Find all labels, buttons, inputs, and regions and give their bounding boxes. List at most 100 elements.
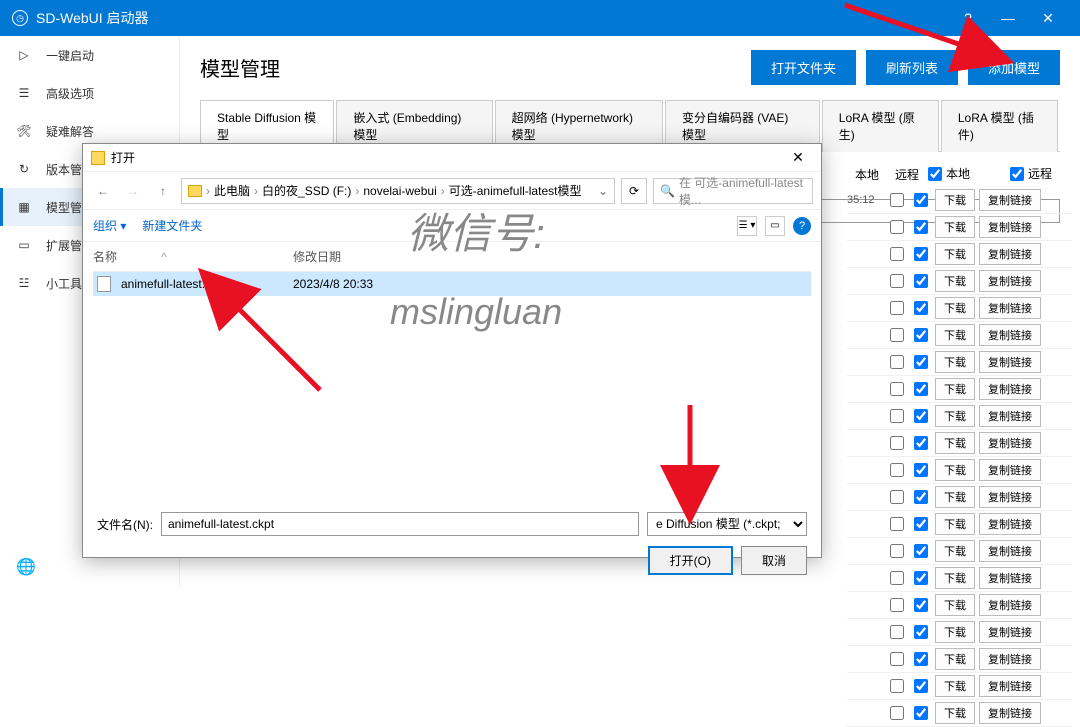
local-check[interactable] — [890, 706, 904, 720]
add-model-button[interactable]: 添加模型 — [968, 50, 1060, 85]
copy-link-button[interactable]: 复制链接 — [979, 594, 1041, 616]
column-name[interactable]: 名称 ^ — [93, 248, 293, 265]
local-check[interactable] — [890, 463, 904, 477]
copy-link-button[interactable]: 复制链接 — [979, 378, 1041, 400]
dialog-close-button[interactable]: ✕ — [783, 149, 813, 166]
download-button[interactable]: 下载 — [935, 675, 975, 697]
remote-check[interactable] — [914, 544, 928, 558]
remote-check[interactable] — [914, 220, 928, 234]
local-check[interactable] — [890, 355, 904, 369]
filename-input[interactable] — [161, 512, 639, 536]
chevron-down-icon[interactable]: ⌄ — [598, 184, 608, 198]
local-check[interactable] — [890, 409, 904, 423]
copy-link-button[interactable]: 复制链接 — [979, 243, 1041, 265]
remote-check[interactable] — [914, 301, 928, 315]
copy-link-button[interactable]: 复制链接 — [979, 648, 1041, 670]
download-button[interactable]: 下载 — [935, 378, 975, 400]
help-icon[interactable]: ? — [793, 217, 811, 235]
breadcrumb-item[interactable]: 此电脑 — [214, 182, 250, 199]
download-button[interactable]: 下载 — [935, 270, 975, 292]
remote-check[interactable] — [914, 706, 928, 720]
remote-check[interactable] — [914, 193, 928, 207]
view-details-icon[interactable]: ☰ ▾ — [737, 216, 757, 236]
download-button[interactable]: 下载 — [935, 621, 975, 643]
breadcrumb-item[interactable]: 白的夜_SSD (F:) — [262, 182, 351, 199]
copy-link-button[interactable]: 复制链接 — [979, 702, 1041, 724]
sidebar-item-advanced[interactable]: ☰高级选项 — [0, 74, 179, 112]
breadcrumb-item[interactable]: 可选-animefull-latest模型 — [449, 182, 582, 199]
view-preview-icon[interactable]: ▭ — [765, 216, 785, 236]
copy-link-button[interactable]: 复制链接 — [979, 189, 1041, 211]
local-check[interactable] — [890, 625, 904, 639]
copy-link-button[interactable]: 复制链接 — [979, 351, 1041, 373]
copy-link-button[interactable]: 复制链接 — [979, 513, 1041, 535]
breadcrumb[interactable]: › 此电脑› 白的夜_SSD (F:)› novelai-webui› 可选-a… — [181, 178, 615, 204]
download-button[interactable]: 下载 — [935, 513, 975, 535]
help-button[interactable]: ? — [948, 0, 988, 36]
download-button[interactable]: 下载 — [935, 351, 975, 373]
download-button[interactable]: 下载 — [935, 297, 975, 319]
new-folder-button[interactable]: 新建文件夹 — [142, 217, 202, 234]
download-button[interactable]: 下载 — [935, 594, 975, 616]
column-modified[interactable]: 修改日期 — [293, 248, 403, 265]
copy-link-button[interactable]: 复制链接 — [979, 675, 1041, 697]
copy-link-button[interactable]: 复制链接 — [979, 216, 1041, 238]
local-check[interactable] — [890, 328, 904, 342]
local-check[interactable] — [890, 382, 904, 396]
download-button[interactable]: 下载 — [935, 216, 975, 238]
remote-check[interactable] — [914, 571, 928, 585]
local-check[interactable] — [890, 490, 904, 504]
download-button[interactable]: 下载 — [935, 432, 975, 454]
open-folder-button[interactable]: 打开文件夹 — [751, 50, 856, 85]
remote-check[interactable] — [914, 679, 928, 693]
download-button[interactable]: 下载 — [935, 486, 975, 508]
local-check[interactable] — [890, 517, 904, 531]
remote-check[interactable] — [914, 463, 928, 477]
nav-forward-button[interactable]: → — [121, 179, 145, 203]
file-row[interactable]: animefull-latest.ckpt 2023/4/8 20:33 — [93, 272, 811, 296]
copy-link-button[interactable]: 复制链接 — [979, 270, 1041, 292]
local-check[interactable] — [890, 220, 904, 234]
breadcrumb-item[interactable]: novelai-webui — [363, 184, 436, 198]
nav-up-button[interactable]: ↑ — [151, 179, 175, 203]
local-check[interactable] — [890, 544, 904, 558]
tab-lora-native[interactable]: LoRA 模型 (原生) — [822, 100, 939, 152]
refresh-button[interactable]: ⟳ — [621, 178, 647, 204]
tab-lora-plugin[interactable]: LoRA 模型 (插件) — [941, 100, 1058, 152]
close-button[interactable]: ✕ — [1028, 0, 1068, 36]
download-button[interactable]: 下载 — [935, 324, 975, 346]
download-button[interactable]: 下载 — [935, 459, 975, 481]
copy-link-button[interactable]: 复制链接 — [979, 459, 1041, 481]
dialog-search-input[interactable]: 🔍在 可选-animefull-latest模... — [653, 178, 813, 204]
local-check[interactable] — [890, 598, 904, 612]
download-button[interactable]: 下载 — [935, 540, 975, 562]
local-check[interactable] — [890, 301, 904, 315]
copy-link-button[interactable]: 复制链接 — [979, 324, 1041, 346]
copy-link-button[interactable]: 复制链接 — [979, 486, 1041, 508]
download-button[interactable]: 下载 — [935, 189, 975, 211]
remote-check[interactable] — [914, 274, 928, 288]
remote-check[interactable] — [914, 247, 928, 261]
copy-link-button[interactable]: 复制链接 — [979, 540, 1041, 562]
copy-link-button[interactable]: 复制链接 — [979, 567, 1041, 589]
nav-back-button[interactable]: ← — [91, 179, 115, 203]
copy-link-button[interactable]: 复制链接 — [979, 405, 1041, 427]
download-button[interactable]: 下载 — [935, 405, 975, 427]
copy-link-button[interactable]: 复制链接 — [979, 621, 1041, 643]
local-check[interactable] — [890, 436, 904, 450]
file-filter-select[interactable]: e Diffusion 模型 (*.ckpt; — [647, 512, 807, 536]
copy-link-button[interactable]: 复制链接 — [979, 432, 1041, 454]
cancel-button[interactable]: 取消 — [741, 546, 807, 575]
globe-icon[interactable]: 🌐 — [16, 557, 36, 577]
organize-menu[interactable]: 组织 ▾ — [93, 217, 126, 234]
minimize-button[interactable]: ― — [988, 0, 1028, 36]
refresh-list-button[interactable]: 刷新列表 — [866, 50, 958, 85]
local-check[interactable] — [890, 193, 904, 207]
remote-check[interactable] — [914, 355, 928, 369]
local-check[interactable] — [890, 679, 904, 693]
remote-check[interactable] — [914, 652, 928, 666]
download-button[interactable]: 下载 — [935, 567, 975, 589]
remote-check[interactable] — [914, 598, 928, 612]
local-check[interactable] — [890, 652, 904, 666]
local-check[interactable] — [890, 571, 904, 585]
